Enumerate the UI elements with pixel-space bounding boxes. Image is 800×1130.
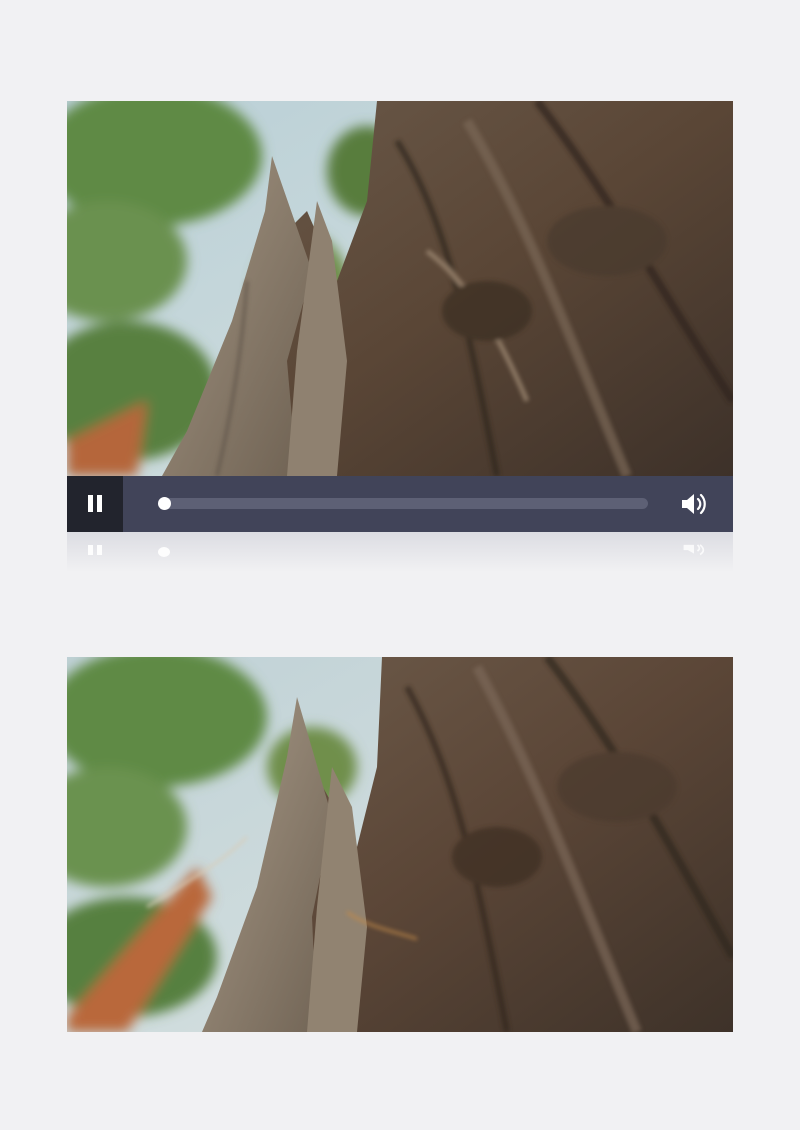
reflection-volume-icon [683, 544, 705, 556]
video-controls-bar [67, 476, 733, 532]
reflection-pause-icon [67, 532, 123, 562]
progress-bar[interactable] [158, 497, 648, 510]
video-thumbnail [67, 657, 733, 1032]
pause-icon [88, 495, 93, 512]
video-frame[interactable] [67, 101, 733, 476]
video-still-tree-trunk-2 [67, 657, 733, 1032]
volume-button[interactable] [679, 490, 709, 518]
controls-reflection [67, 532, 733, 572]
progress-handle[interactable] [158, 497, 171, 510]
pause-button[interactable] [67, 476, 123, 532]
pause-icon-bar [97, 495, 102, 512]
video-still-tree-trunk [67, 101, 733, 476]
reflection-knob [158, 547, 170, 557]
volume-icon [682, 493, 706, 515]
